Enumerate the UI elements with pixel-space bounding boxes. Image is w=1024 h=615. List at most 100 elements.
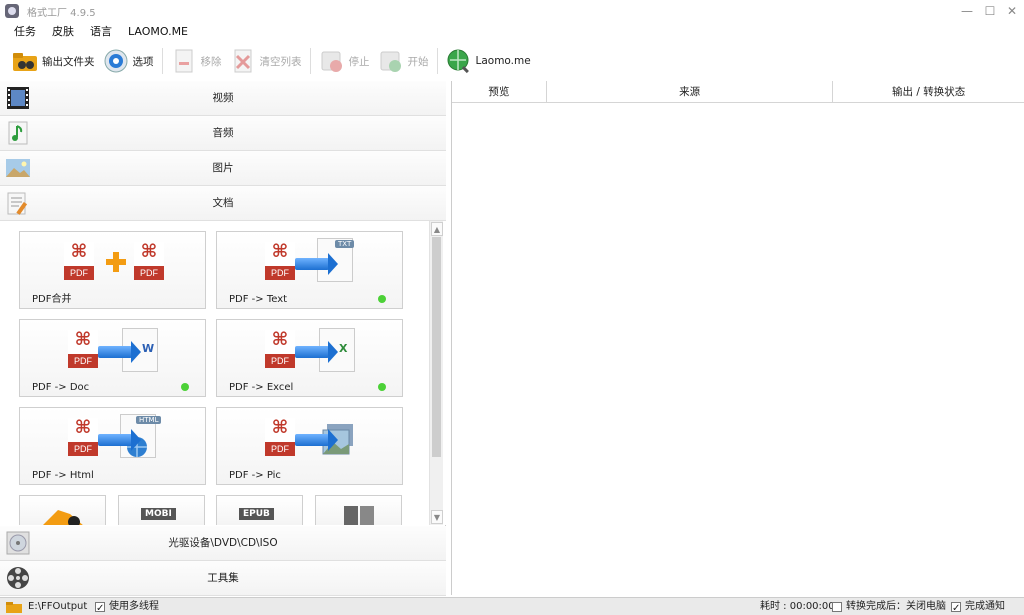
title-bar: 格式工厂 4.9.5 — ☐ ✕ — [0, 0, 1024, 22]
arrow-right-icon — [98, 341, 141, 363]
options-label: 选项 — [132, 55, 154, 68]
pdf-icon: ⌘ PDF — [68, 330, 98, 368]
category-image[interactable]: 图片 — [0, 151, 446, 186]
scroll-up-icon[interactable]: ▲ — [431, 222, 443, 236]
multithread-checkbox[interactable] — [95, 600, 105, 615]
pdf-icon: ⌘ PDF — [68, 418, 98, 456]
gear-icon — [103, 48, 129, 74]
tile-to-mobi[interactable]: MOBI — [118, 495, 205, 525]
category-tools-label: 工具集 — [207, 572, 239, 584]
tile-to-epub[interactable]: EPUB — [216, 495, 303, 525]
category-disc[interactable]: 光驱设备\DVD\CD\ISO — [0, 526, 446, 561]
laomo-label: Laomo.me — [475, 55, 531, 67]
output-path: E:\FFOutput — [28, 601, 88, 612]
category-panel: 视频 音频 图片 文档 ⌘ PDF ⌘ PDF PDF合并 TXT ⌘ PDF … — [0, 81, 446, 596]
category-image-label: 图片 — [212, 162, 234, 174]
tile-pdf-merge[interactable]: ⌘ PDF ⌘ PDF PDF合并 — [19, 231, 206, 309]
tile-pdf-to-excel[interactable]: X ⌘ PDF PDF -> Excel — [216, 319, 403, 397]
category-video-label: 视频 — [212, 92, 234, 104]
ready-indicator — [181, 383, 189, 391]
word-badge: W — [142, 342, 155, 355]
tiles-scrollbar[interactable]: ▲ ▼ — [429, 221, 443, 525]
toolbar-separator — [436, 48, 438, 74]
tile-label: PDF合并 — [32, 294, 72, 305]
notify-option[interactable]: 完成通知 — [951, 598, 1005, 615]
tile-pdf-to-doc[interactable]: W ⌘ PDF PDF -> Doc — [19, 319, 206, 397]
notify-label: 完成通知 — [965, 601, 1005, 612]
remove-button[interactable]: 移除 — [167, 46, 226, 76]
category-tools[interactable]: 工具集 — [0, 561, 446, 596]
clear-list-button[interactable]: 清空列表 — [226, 46, 306, 76]
tile-label: PDF -> Text — [229, 294, 288, 305]
category-audio[interactable]: 音频 — [0, 116, 446, 151]
toolbar-separator — [161, 48, 163, 74]
laomo-link-button[interactable]: Laomo.me — [442, 46, 535, 76]
menu-language[interactable]: 语言 — [82, 22, 120, 42]
category-video[interactable]: 视频 — [0, 81, 446, 116]
output-path-item[interactable]: E:\FFOutput — [6, 598, 87, 615]
excel-badge: X — [339, 342, 348, 355]
tile-pdf-to-html[interactable]: HTML ⌘ PDF PDF -> Html — [19, 407, 206, 485]
globe-search-icon — [446, 48, 472, 74]
menu-task[interactable]: 任务 — [6, 22, 44, 42]
output-folder-label: 输出文件夹 — [42, 55, 95, 68]
folder-icon — [6, 602, 22, 613]
tile-label: PDF -> Doc — [32, 382, 90, 393]
menu-laomo[interactable]: LAOMO.ME — [120, 22, 196, 42]
multithread-option[interactable]: 使用多线程 — [95, 598, 159, 615]
toolbar: 输出文件夹 选项 移除 清空列表 停止 开始 Laomo.me — [0, 44, 1024, 78]
column-source[interactable]: 来源 — [547, 81, 834, 103]
tile-label: PDF -> Html — [32, 470, 94, 481]
format-factory-logo-icon — [5, 4, 19, 18]
scroll-thumb[interactable] — [432, 237, 441, 457]
output-folder-button[interactable]: 输出文件夹 — [8, 46, 99, 76]
menu-skin[interactable]: 皮肤 — [44, 22, 82, 42]
shutdown-label: 转换完成后：关闭电脑 — [846, 601, 946, 612]
pdf-icon: ⌘ PDF — [134, 242, 164, 280]
pdf-icon: ⌘ PDF — [64, 242, 94, 280]
remove-label: 移除 — [200, 55, 222, 68]
column-output-status[interactable]: 输出 / 转换状态 — [833, 81, 1024, 103]
task-table-body[interactable] — [452, 103, 1024, 595]
toolbar-separator — [309, 48, 311, 74]
ebook-tool-icon — [43, 510, 83, 525]
clear-list-label: 清空列表 — [259, 55, 302, 68]
pdf-icon: ⌘ PDF — [265, 330, 295, 368]
shutdown-option[interactable]: 转换完成后：关闭电脑 — [832, 598, 946, 615]
pdf-icon: ⌘ PDF — [265, 242, 295, 280]
start-label: 开始 — [407, 55, 429, 68]
tile-ebook-convert[interactable] — [19, 495, 106, 525]
multithread-label: 使用多线程 — [109, 601, 159, 612]
document-tools-grid: ⌘ PDF ⌘ PDF PDF合并 TXT ⌘ PDF PDF -> Text W ⌘… — [0, 221, 446, 525]
task-table-header: 预览 来源 输出 / 转换状态 — [452, 81, 1024, 103]
elapsed-time: 耗时 : 00:00:00 — [760, 598, 835, 615]
options-button[interactable]: 选项 — [99, 46, 158, 76]
mobi-badge: MOBI — [141, 508, 176, 520]
notify-checkbox[interactable] — [951, 600, 961, 615]
menu-bar: 任务 皮肤 语言 LAOMO.ME — [0, 22, 196, 42]
tile-ebook-reader[interactable] — [315, 495, 402, 525]
ready-indicator — [378, 383, 386, 391]
folder-icon — [12, 48, 38, 74]
stop-button[interactable]: 停止 — [315, 46, 374, 76]
task-list-panel: 预览 来源 输出 / 转换状态 — [451, 81, 1024, 595]
elapsed-time-text: 耗时 : 00:00:00 — [760, 601, 835, 612]
arrow-right-icon — [295, 253, 338, 275]
category-disc-label: 光驱设备\DVD\CD\ISO — [168, 537, 278, 549]
arrow-right-icon — [295, 429, 338, 451]
tile-pdf-to-pic[interactable]: ⌘ PDF PDF -> Pic — [216, 407, 403, 485]
scroll-down-icon[interactable]: ▼ — [431, 510, 443, 524]
category-document-label: 文档 — [212, 197, 234, 209]
window-title: 格式工厂 4.9.5 — [27, 7, 96, 19]
start-button[interactable]: 开始 — [374, 46, 433, 76]
shutdown-checkbox[interactable] — [832, 602, 842, 612]
tile-pdf-to-text[interactable]: TXT ⌘ PDF PDF -> Text — [216, 231, 403, 309]
close-button[interactable]: ✕ — [998, 0, 1024, 22]
stop-label: 停止 — [348, 55, 370, 68]
category-document[interactable]: 文档 — [0, 186, 446, 221]
ready-indicator — [378, 295, 386, 303]
clear-x-icon — [230, 48, 256, 74]
column-preview[interactable]: 预览 — [452, 81, 547, 103]
start-icon — [378, 48, 404, 74]
arrow-right-icon — [295, 341, 338, 363]
